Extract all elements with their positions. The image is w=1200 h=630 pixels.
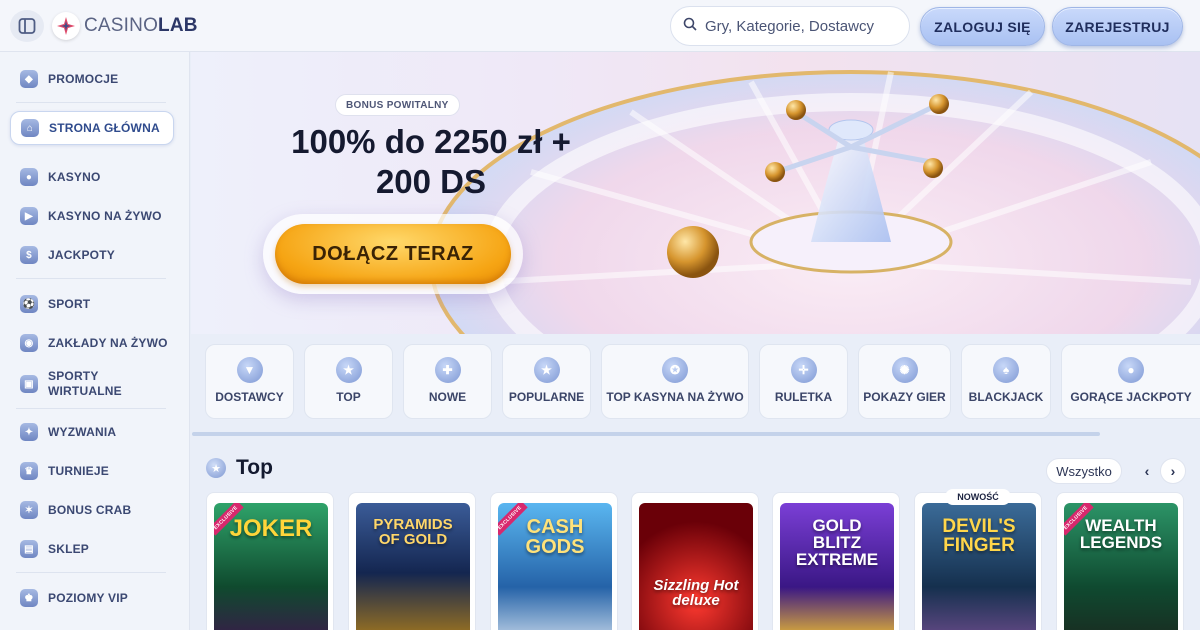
- exclusive-badge: EXCLUSIVE: [214, 503, 254, 543]
- sidebar-item-sport[interactable]: ⚽ SPORT: [10, 287, 174, 321]
- sidebar-item-bonus-crab[interactable]: ✶ BONUS CRAB: [10, 493, 174, 527]
- new-badge: NOWOŚĆ: [945, 489, 1011, 505]
- sidebar-item-promocje[interactable]: ◆ PROMOCJE: [10, 62, 174, 96]
- category-dostawcy[interactable]: ▼ DOSTAWCY: [205, 344, 294, 419]
- home-icon: ⌂: [21, 119, 39, 137]
- challenge-icon: ✦: [20, 423, 38, 441]
- football-icon: ⚽: [20, 295, 38, 313]
- hero-title: 100% do 2250 zł + 200 DS: [291, 123, 571, 200]
- search-box[interactable]: [670, 6, 910, 46]
- game-card-gold-blitz-extreme[interactable]: GOLD BLITZ EXTREME: [772, 492, 900, 630]
- megaphone-icon: ◆: [20, 70, 38, 88]
- sidebar-item-kasyno-na-zywo[interactable]: ▶ KASYNO NA ŻYWO: [10, 199, 174, 233]
- search-input[interactable]: [705, 17, 895, 35]
- category-top-kasyna-na-zywo[interactable]: ✪ TOP KASYNA NA ŻYWO: [601, 344, 749, 419]
- section-title: Top: [236, 456, 273, 479]
- card-icon: ♠: [993, 357, 1019, 383]
- medal-icon: ✪: [662, 357, 688, 383]
- game-card-joker[interactable]: JOKER EXCLUSIVE: [206, 492, 334, 630]
- sidebar-item-sporty-wirtualne[interactable]: ▣ SPORTY WIRTUALNE: [10, 364, 174, 404]
- roulette-icon: ✛: [790, 357, 817, 383]
- sidebar-item-jackpoty[interactable]: $ JACKPOTY: [10, 238, 174, 272]
- sidebar-item-poziomy-vip[interactable]: ♚ POZIOMY VIP: [10, 581, 174, 615]
- game-card-pyramids-of-gold[interactable]: PYRAMIDS OF GOLD: [348, 492, 476, 630]
- live-bet-icon: ◉: [20, 334, 38, 352]
- register-button[interactable]: ZAREJESTRUJ: [1052, 7, 1183, 46]
- category-top[interactable]: ★ TOP: [304, 344, 393, 419]
- crown-icon: ♚: [20, 589, 38, 607]
- chip-icon: ●: [20, 168, 38, 186]
- sidebar-item-strona-glowna[interactable]: ⌂ STRONA GŁÓWNA: [10, 111, 174, 145]
- funnel-icon: ▼: [236, 357, 263, 383]
- logo-text: CASINOLAB: [84, 15, 198, 36]
- coins-icon: ●: [1118, 357, 1144, 383]
- sidebar-item-wyzwania[interactable]: ✦ WYZWANIA: [10, 415, 174, 449]
- game-card-devils-finger[interactable]: DEVIL'S FINGER NOWOŚĆ: [914, 489, 1042, 630]
- category-gorace-jackpoty[interactable]: ● GORĄCE JACKPOTY: [1061, 344, 1200, 419]
- see-all-button[interactable]: Wszystko: [1046, 458, 1122, 484]
- wheel-icon: ✺: [891, 357, 918, 383]
- category-pokazy-gier[interactable]: ✺ POKAZY GIER: [858, 344, 951, 419]
- sidebar-toggle-icon[interactable]: [10, 10, 44, 42]
- category-popularne[interactable]: ★ POPULARNE: [502, 344, 591, 419]
- game-card-sizzling-hot[interactable]: Sizzling Hot deluxe: [631, 492, 759, 630]
- cart-icon: ▤: [20, 540, 38, 558]
- sidebar: ◆ PROMOCJE ⌂ STRONA GŁÓWNA ● KASYNO ▶ KASYNO…: [0, 52, 190, 630]
- game-card-wealth-legends[interactable]: WEALTH LEGENDS EXCLUSIVE: [1056, 492, 1184, 630]
- hero-banner[interactable]: BONUS POWITALNY 100% do 2250 zł + 200 DS…: [191, 52, 1200, 334]
- category-scrollbar[interactable]: [192, 432, 1100, 436]
- star-badge-icon: ★: [335, 357, 362, 383]
- jackpot-icon: $: [20, 246, 38, 264]
- logo[interactable]: CASINOLAB: [52, 12, 198, 40]
- exclusive-badge: EXCLUSIVE: [1064, 503, 1104, 543]
- chevron-right-icon[interactable]: ›: [1160, 458, 1186, 484]
- logo-star-icon: [52, 12, 80, 40]
- crab-icon: ✶: [20, 501, 38, 519]
- new-icon: ✚: [434, 357, 461, 383]
- trophy-icon: ♛: [20, 462, 38, 480]
- sidebar-item-sklep[interactable]: ▤ SKLEP: [10, 532, 174, 566]
- virtual-sport-icon: ▣: [20, 375, 38, 393]
- top-header: CASINOLAB ZALOGUJ SIĘ ZAREJESTRUJ: [0, 0, 1200, 52]
- category-blackjack[interactable]: ♠ BLACKJACK: [961, 344, 1051, 419]
- login-button[interactable]: ZALOGUJ SIĘ: [920, 7, 1045, 46]
- sidebar-item-zaklady-na-zywo[interactable]: ◉ ZAKŁADY NA ŻYWO: [10, 326, 174, 360]
- exclusive-badge: EXCLUSIVE: [498, 503, 538, 543]
- category-ruletka[interactable]: ✛ RULETKA: [759, 344, 848, 419]
- category-nowe[interactable]: ✚ NOWE: [403, 344, 492, 419]
- category-strip: ▼ DOSTAWCY ★ TOP ✚ NOWE ★ POPULARNE ✪ TOP KAS…: [205, 344, 1200, 420]
- top-section-header: ★ Top: [206, 456, 273, 480]
- game-card-cash-of-gods[interactable]: CASH GODS EXCLUSIVE: [490, 492, 618, 630]
- sidebar-item-turnieje[interactable]: ♛ TURNIEJE: [10, 454, 174, 488]
- star-icon: ★: [533, 357, 560, 383]
- star-badge-icon: ★: [206, 458, 226, 478]
- sidebar-item-kasyno[interactable]: ● KASYNO: [10, 160, 174, 194]
- chevron-left-icon[interactable]: ‹: [1134, 458, 1160, 484]
- search-icon: [683, 17, 697, 36]
- join-now-button[interactable]: DOŁĄCZ TERAZ: [275, 224, 511, 284]
- hero-badge: BONUS POWITALNY: [335, 94, 460, 116]
- live-icon: ▶: [20, 207, 38, 225]
